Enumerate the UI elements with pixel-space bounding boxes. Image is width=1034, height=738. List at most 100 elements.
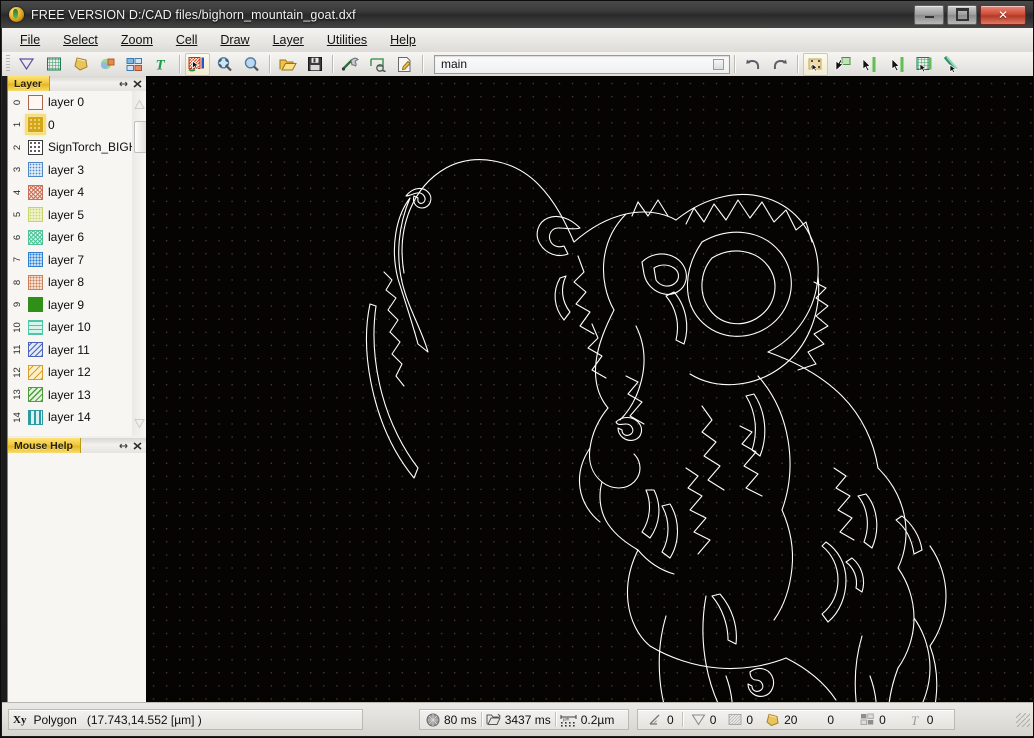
goat-outline-path (748, 669, 774, 697)
layer-row[interactable]: 3layer 3 (8, 159, 132, 182)
goat-outline-path (703, 596, 728, 704)
layer-panel-undock-button[interactable] (117, 78, 129, 89)
mirror-tool-button[interactable] (122, 53, 147, 76)
status-divider (481, 712, 482, 727)
layer-color-swatch[interactable] (28, 275, 43, 290)
polygon-tool-button[interactable] (14, 53, 39, 76)
hatch-fill-tool-button[interactable] (41, 53, 66, 76)
layer-color-swatch[interactable] (28, 207, 43, 222)
layer-list[interactable]: 0layer 0102SignTorch_BIGHO3layer 34layer… (8, 91, 132, 436)
toolbar-grip[interactable] (6, 55, 10, 73)
fill-region-button[interactable] (911, 53, 936, 76)
slice-button[interactable] (938, 53, 963, 76)
layer-color-swatch[interactable] (28, 387, 43, 402)
move-edge-button[interactable] (830, 53, 855, 76)
drawing-canvas[interactable] (146, 76, 1034, 704)
goat-outline-path (676, 194, 818, 352)
cell-tool-button[interactable] (95, 53, 120, 76)
mouse-help-panel-tab-label: Mouse Help (14, 440, 73, 452)
edit-doc-button[interactable] (392, 53, 417, 76)
mouse-help-undock-button[interactable] (117, 440, 129, 451)
maximize-button[interactable] (947, 5, 977, 25)
mouse-help-close-button[interactable] (131, 440, 143, 451)
cell-count-icon (860, 713, 875, 726)
close-button[interactable]: ✕ (980, 5, 1026, 25)
layer-color-swatch[interactable] (28, 230, 43, 245)
layer-row[interactable]: 13layer 13 (8, 384, 132, 407)
scroll-up-button[interactable] (132, 91, 146, 117)
layer-color-swatch[interactable] (28, 162, 43, 177)
layer-color-swatch[interactable] (28, 297, 43, 312)
menu-item-layer[interactable]: Layer (264, 30, 313, 50)
layer-index: 1 (12, 119, 23, 130)
blank-count-value: 0 (827, 713, 834, 727)
layer-row[interactable]: 5layer 5 (8, 204, 132, 227)
layer-color-swatch[interactable] (28, 95, 43, 110)
layer-list-scrollbar[interactable] (132, 91, 146, 436)
layer-color-swatch[interactable] (28, 320, 43, 335)
layer-panel-close-button[interactable] (131, 78, 143, 89)
undo-button[interactable] (740, 53, 765, 76)
snap-left-button[interactable] (857, 53, 882, 76)
menu-item-zoom[interactable]: Zoom (112, 30, 162, 50)
layer-row[interactable]: 12layer 12 (8, 361, 132, 384)
layer-row[interactable]: 10layer 10 (8, 316, 132, 339)
status-divider (555, 712, 556, 727)
menu-item-cell[interactable]: Cell (167, 30, 207, 50)
dropdown-arrow-icon[interactable] (713, 59, 724, 70)
shape-tool-button[interactable] (68, 53, 93, 76)
layer-row[interactable]: 4layer 4 (8, 181, 132, 204)
layer-color-swatch[interactable] (28, 117, 43, 132)
goat-outline-path (726, 676, 733, 704)
zoom-button[interactable] (239, 53, 264, 76)
layer-row[interactable]: 11layer 11 (8, 339, 132, 362)
layer-panel-tab[interactable]: Layer (8, 76, 50, 91)
menu-item-utilities[interactable]: Utilities (318, 30, 376, 50)
menu-item-draw[interactable]: Draw (211, 30, 258, 50)
mouse-help-panel-tab[interactable]: Mouse Help (8, 438, 81, 453)
hatch-count-icon (728, 713, 742, 726)
shape-count-icon (765, 713, 780, 727)
move-vertex-icon (806, 56, 825, 73)
layer-row[interactable]: 10 (8, 114, 132, 137)
dxf-drawing-bighorn-mountain-goat (146, 76, 1034, 704)
layer-row[interactable]: 6layer 6 (8, 226, 132, 249)
snap-right-button[interactable] (884, 53, 909, 76)
layer-name: layer 7 (48, 253, 84, 267)
menu-item-help[interactable]: Help (381, 30, 425, 50)
move-vertex-button[interactable] (803, 53, 828, 76)
scroll-down-button[interactable] (132, 410, 146, 436)
toolbar-separator (422, 55, 423, 73)
cell-count-value: 0 (879, 713, 886, 727)
layer-row[interactable]: 8layer 8 (8, 271, 132, 294)
layer-color-swatch[interactable] (28, 342, 43, 357)
layer-row[interactable]: 2SignTorch_BIGHO (8, 136, 132, 159)
menu-label: Draw (220, 33, 249, 47)
blank-count-group: 0 (805, 713, 838, 727)
save-file-button[interactable] (302, 53, 327, 76)
redo-button[interactable] (767, 53, 792, 76)
layer-row[interactable]: 0layer 0 (8, 91, 132, 114)
zoom-fit-button[interactable] (212, 53, 237, 76)
app-logo-icon (9, 7, 24, 22)
layer-color-swatch[interactable] (28, 252, 43, 267)
menu-item-select[interactable]: Select (54, 30, 107, 50)
layer-name-combobox[interactable]: main (434, 55, 730, 74)
layer-color-swatch[interactable] (28, 410, 43, 425)
layer-row[interactable]: 14layer 14 (8, 406, 132, 429)
layer-row[interactable]: 9layer 9 (8, 294, 132, 317)
layer-color-swatch[interactable] (28, 185, 43, 200)
layer-color-swatch[interactable] (28, 140, 43, 155)
resize-grip-icon[interactable] (1016, 713, 1030, 727)
measure-button[interactable] (365, 53, 390, 76)
text-tool-button[interactable]: T (149, 53, 174, 76)
goat-outline-path (888, 668, 898, 704)
layer-color-swatch[interactable] (28, 365, 43, 380)
layer-row[interactable]: 7layer 7 (8, 249, 132, 272)
open-file-button[interactable] (275, 53, 300, 76)
layer-name: layer 9 (48, 298, 84, 312)
minimize-button[interactable] (914, 5, 944, 25)
menu-item-file[interactable]: File (11, 30, 49, 50)
tools-button[interactable] (338, 53, 363, 76)
select-layer-button[interactable] (185, 53, 210, 76)
